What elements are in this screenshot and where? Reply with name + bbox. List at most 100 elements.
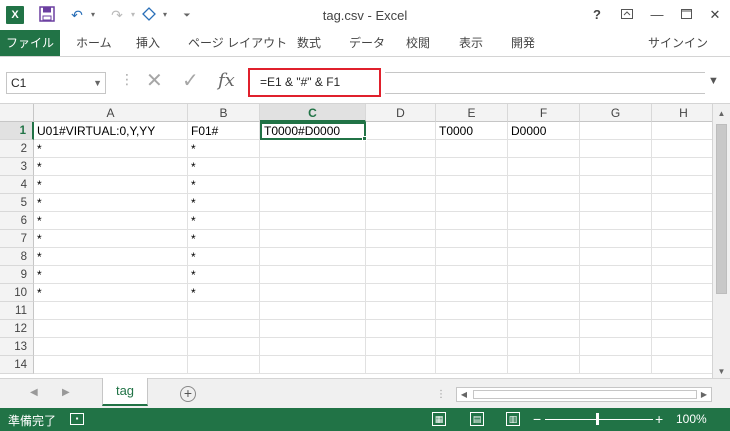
cell-f3[interactable] [508, 158, 580, 176]
normal-view-icon[interactable]: ▦ [432, 412, 446, 426]
tab-split-handle-icon[interactable]: ⋮ [436, 389, 446, 400]
cell-c4[interactable] [260, 176, 366, 194]
cell-f9[interactable] [508, 266, 580, 284]
cell-c8[interactable] [260, 248, 366, 266]
cell-g11[interactable] [580, 302, 652, 320]
cell-a4[interactable]: * [34, 176, 188, 194]
cell-f5[interactable] [508, 194, 580, 212]
cell-c5[interactable] [260, 194, 366, 212]
cell-e14[interactable] [436, 356, 508, 374]
row-header-13[interactable]: 13 [0, 338, 34, 356]
cell-c12[interactable] [260, 320, 366, 338]
cell-h9[interactable] [652, 266, 712, 284]
cell-g14[interactable] [580, 356, 652, 374]
cell-d12[interactable] [366, 320, 436, 338]
cell-f14[interactable] [508, 356, 580, 374]
cell-d1[interactable] [366, 122, 436, 140]
cell-f12[interactable] [508, 320, 580, 338]
next-sheet-icon[interactable]: ▶ [62, 387, 70, 398]
cell-e11[interactable] [436, 302, 508, 320]
row-header-9[interactable]: 9 [0, 266, 34, 284]
cell-h10[interactable] [652, 284, 712, 302]
row-header-8[interactable]: 8 [0, 248, 34, 266]
tab-review[interactable]: 校閲 [396, 30, 440, 56]
column-header-e[interactable]: E [436, 104, 508, 122]
cell-c9[interactable] [260, 266, 366, 284]
maximize-icon[interactable] [675, 5, 697, 25]
cell-d11[interactable] [366, 302, 436, 320]
cell-b2[interactable]: * [188, 140, 260, 158]
cell-a3[interactable]: * [34, 158, 188, 176]
vertical-scrollbar[interactable]: ▲ ▼ [712, 104, 730, 382]
enter-check-icon[interactable]: ✓ [182, 69, 199, 93]
column-header-d[interactable]: D [366, 104, 436, 122]
cell-c10[interactable] [260, 284, 366, 302]
cell-a14[interactable] [34, 356, 188, 374]
horizontal-scroll-thumb[interactable] [473, 390, 697, 399]
cell-g2[interactable] [580, 140, 652, 158]
cell-g6[interactable] [580, 212, 652, 230]
spreadsheet-grid[interactable]: A B C D E F G H 1 U01#VIRTUAL:0,Y,YY F01# T0000#D00… [0, 104, 712, 378]
cell-g10[interactable] [580, 284, 652, 302]
cell-c7[interactable] [260, 230, 366, 248]
row-header-7[interactable]: 7 [0, 230, 34, 248]
chevron-down-icon[interactable]: ▼ [93, 73, 102, 93]
cell-b10[interactable]: * [188, 284, 260, 302]
cell-e8[interactable] [436, 248, 508, 266]
zoom-out-icon[interactable]: − [533, 411, 541, 427]
row-header-14[interactable]: 14 [0, 356, 34, 374]
minimize-icon[interactable]: — [646, 5, 668, 25]
row-header-11[interactable]: 11 [0, 302, 34, 320]
tab-formulas[interactable]: 数式 [287, 30, 331, 56]
cell-d3[interactable] [366, 158, 436, 176]
cell-e5[interactable] [436, 194, 508, 212]
zoom-slider-thumb[interactable] [596, 413, 599, 425]
select-all-corner[interactable] [0, 104, 34, 122]
cell-e4[interactable] [436, 176, 508, 194]
row-header-5[interactable]: 5 [0, 194, 34, 212]
scroll-right-icon[interactable]: ▶ [697, 388, 711, 401]
cell-a5[interactable]: * [34, 194, 188, 212]
cell-e1[interactable]: T0000 [436, 122, 508, 140]
expand-formula-bar-icon[interactable]: ▼ [708, 75, 719, 87]
cell-e6[interactable] [436, 212, 508, 230]
cell-b5[interactable]: * [188, 194, 260, 212]
cell-b6[interactable]: * [188, 212, 260, 230]
tab-home[interactable]: ホーム [66, 30, 122, 56]
cell-c6[interactable] [260, 212, 366, 230]
drag-handle-icon[interactable]: ⋮ [120, 71, 134, 88]
cell-f7[interactable] [508, 230, 580, 248]
horizontal-scrollbar[interactable]: ◀ ▶ [456, 387, 712, 402]
ribbon-display-options-icon[interactable] [616, 5, 638, 25]
cell-g4[interactable] [580, 176, 652, 194]
cell-h12[interactable] [652, 320, 712, 338]
cell-a12[interactable] [34, 320, 188, 338]
row-header-6[interactable]: 6 [0, 212, 34, 230]
cell-a2[interactable]: * [34, 140, 188, 158]
cell-a8[interactable]: * [34, 248, 188, 266]
cell-c11[interactable] [260, 302, 366, 320]
vertical-scroll-thumb[interactable] [716, 124, 727, 294]
cell-h13[interactable] [652, 338, 712, 356]
cell-h5[interactable] [652, 194, 712, 212]
tab-data[interactable]: データ [339, 30, 395, 56]
row-header-1[interactable]: 1 [0, 122, 34, 140]
cell-f10[interactable] [508, 284, 580, 302]
cell-h11[interactable] [652, 302, 712, 320]
cell-d10[interactable] [366, 284, 436, 302]
cell-c1[interactable]: T0000#D0000 [260, 122, 366, 140]
row-header-4[interactable]: 4 [0, 176, 34, 194]
row-header-10[interactable]: 10 [0, 284, 34, 302]
cell-d4[interactable] [366, 176, 436, 194]
cell-b4[interactable]: * [188, 176, 260, 194]
cell-h8[interactable] [652, 248, 712, 266]
cell-f1[interactable]: D0000 [508, 122, 580, 140]
cell-d6[interactable] [366, 212, 436, 230]
cell-f4[interactable] [508, 176, 580, 194]
cell-d2[interactable] [366, 140, 436, 158]
zoom-in-icon[interactable]: + [655, 411, 663, 427]
scroll-up-icon[interactable]: ▲ [713, 106, 730, 122]
zoom-level[interactable]: 100% [676, 412, 707, 426]
tab-file[interactable]: ファイル [0, 30, 60, 56]
cell-h7[interactable] [652, 230, 712, 248]
